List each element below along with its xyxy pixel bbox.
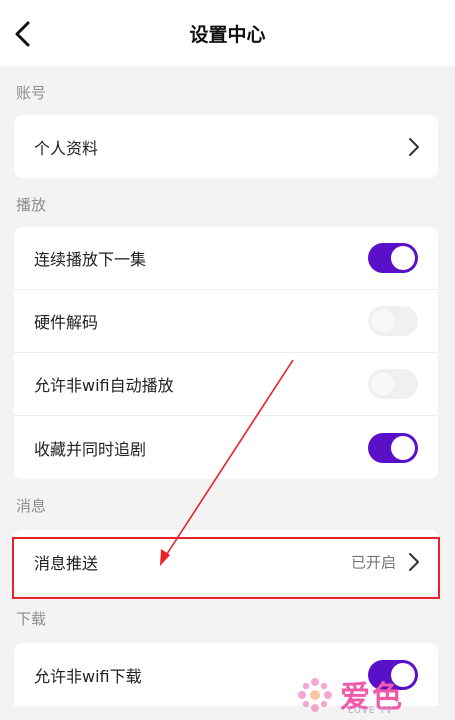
row-label: 消息推送 [34, 553, 99, 573]
row-hardware-decode: 硬件解码 [14, 290, 438, 353]
section-label-download: 下载 [16, 610, 47, 628]
row-collect-follow: 收藏并同时追剧 [14, 416, 438, 479]
row-label: 个人资料 [34, 138, 99, 158]
watermark-logo: 爱色 LOVE TV [294, 672, 444, 718]
page-title: 设置中心 [189, 24, 266, 46]
row-profile[interactable]: 个人资料 [14, 115, 438, 178]
watermark-subtext: LOVE TV [348, 706, 393, 716]
toggle-hardware-decode[interactable] [368, 306, 418, 336]
toggle-knob [391, 246, 415, 270]
chevron-right-icon [409, 552, 419, 571]
top-bar: 设置中心 [0, 0, 455, 66]
row-push-notification[interactable]: 消息推送 已开启 [14, 530, 438, 593]
row-label: 硬件解码 [34, 313, 99, 332]
flower-logo-icon [298, 678, 332, 712]
row-nonwifi-autoplay: 允许非wifi自动播放 [14, 353, 438, 416]
row-label: 允许非wifi自动播放 [34, 376, 174, 395]
toggle-knob [391, 435, 415, 460]
row-label: 连续播放下一集 [34, 250, 147, 269]
card-playback: 连续播放下一集 硬件解码 允许非wifi自动播放 收藏并同时追剧 [14, 227, 438, 479]
section-label-account: 账号 [16, 84, 47, 102]
toggle-nonwifi-autoplay[interactable] [368, 369, 418, 399]
row-label: 允许非wifi下载 [34, 666, 142, 686]
card-account: 个人资料 [14, 115, 438, 178]
section-label-playback: 播放 [16, 196, 47, 214]
toggle-knob [371, 372, 395, 396]
card-message: 消息推送 已开启 [14, 530, 438, 593]
toggle-collect-follow[interactable] [368, 432, 418, 463]
toggle-knob [371, 309, 395, 333]
section-label-message: 消息 [16, 497, 47, 515]
toggle-autoplay-next[interactable] [368, 243, 418, 273]
row-value: 已开启 [350, 553, 396, 571]
row-label: 收藏并同时追剧 [34, 439, 147, 459]
chevron-right-icon [409, 137, 419, 156]
row-autoplay-next: 连续播放下一集 [14, 227, 438, 290]
